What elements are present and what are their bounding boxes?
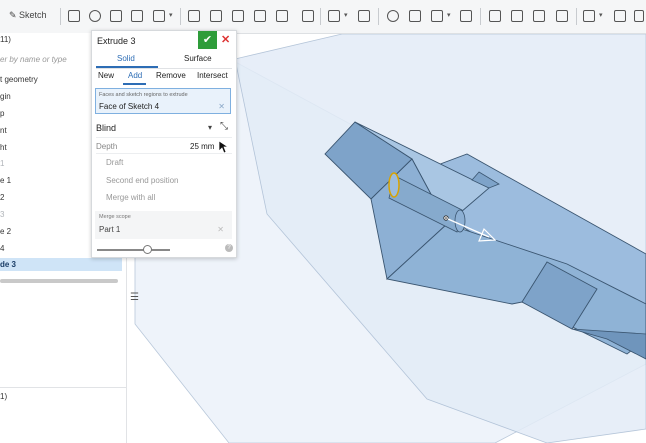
feature-filter-input[interactable]: er by name or type	[0, 55, 67, 64]
plane-icon[interactable]	[556, 10, 568, 22]
toolbar-divider	[320, 8, 321, 25]
feature-item-label: p	[0, 109, 5, 118]
operation-remove[interactable]: Remove	[156, 71, 186, 80]
toolbar-divider	[180, 8, 181, 25]
hole-icon[interactable]	[302, 10, 314, 22]
clear-selection-icon[interactable]: ✕	[218, 102, 225, 111]
active-operation-indicator	[123, 83, 146, 85]
frame-icon[interactable]	[583, 10, 595, 22]
tab-surface[interactable]: Surface	[184, 54, 212, 63]
sketch-button[interactable]: ✎ Sketch	[9, 10, 47, 21]
feature-item-label: 2	[0, 193, 5, 202]
merge-scope-field[interactable]: Merge scope Part 1 ✕	[95, 211, 232, 239]
chevron-down-icon[interactable]: ▾	[599, 11, 603, 19]
toolbar-divider	[576, 8, 577, 25]
faces-selection-field[interactable]: Faces and sketch regions to extrude Face…	[95, 88, 231, 114]
revolve-icon[interactable]	[89, 10, 101, 22]
feature-item-label: e 1	[0, 176, 12, 185]
depth-input[interactable]: 25 mm	[190, 142, 214, 151]
divider	[96, 137, 232, 138]
feature-item-label: 4	[0, 244, 5, 253]
split-icon[interactable]	[409, 10, 421, 22]
horizontal-scrollbar[interactable]	[0, 279, 118, 283]
tab-divider	[96, 68, 232, 69]
more-tools-icon[interactable]	[634, 10, 644, 22]
mirror-icon[interactable]	[358, 10, 370, 22]
divider	[96, 153, 232, 154]
boolean-icon[interactable]	[387, 10, 399, 22]
operation-add[interactable]: Add	[128, 71, 142, 80]
transform-icon[interactable]	[431, 10, 443, 22]
pattern-icon[interactable]	[328, 10, 340, 22]
merge-scope-value: Part 1	[99, 225, 121, 234]
toolbar-divider	[378, 8, 379, 25]
shell-icon[interactable]	[276, 10, 288, 22]
feature-item-selected[interactable]: de 3	[0, 258, 122, 271]
feature-item-label: t geometry	[0, 75, 38, 84]
feature-item-label: 1	[0, 159, 5, 168]
move-face-icon[interactable]	[489, 10, 501, 22]
replace-face-icon[interactable]	[511, 10, 523, 22]
delete-part-icon[interactable]	[460, 10, 472, 22]
close-icon: ✕	[221, 34, 231, 46]
preview-slider-track[interactable]	[97, 249, 170, 251]
sketch-label: Sketch	[19, 10, 47, 20]
extrude-dialog: Extrude 3 ✔ ✕ Solid Surface New Add Remo…	[91, 30, 237, 258]
preview-slider-handle[interactable]	[143, 245, 152, 254]
faces-field-value: Face of Sketch 4	[99, 102, 160, 111]
chevron-down-icon[interactable]: ▾	[208, 123, 212, 132]
feature-item-label: de 3	[0, 260, 17, 269]
feature-item-label: 3	[0, 210, 5, 219]
end-type-select[interactable]: Blind	[96, 123, 116, 133]
cancel-button[interactable]: ✕	[221, 33, 230, 46]
operation-new[interactable]: New	[98, 71, 114, 80]
checkmark-icon: ✔	[202, 34, 213, 46]
feature-item-label: nt	[0, 126, 7, 135]
depth-label: Depth	[96, 142, 118, 151]
toolbar-divider	[480, 8, 481, 25]
rib-icon[interactable]	[254, 10, 266, 22]
tab-solid[interactable]: Solid	[117, 54, 135, 63]
feature-item-label: gin	[0, 92, 11, 101]
merge-scope-label: Merge scope	[99, 214, 131, 220]
dialog-title: Extrude 3	[97, 36, 136, 46]
chevron-down-icon[interactable]: ▾	[344, 11, 348, 19]
second-end-checkbox[interactable]: Second end position	[98, 176, 179, 185]
second-end-label: Second end position	[106, 176, 179, 185]
sweep-icon[interactable]	[110, 10, 122, 22]
draft-icon[interactable]	[232, 10, 244, 22]
feature-item-label: ht	[0, 143, 7, 152]
extrude-icon[interactable]	[68, 10, 80, 22]
merge-all-label: Merge with all	[106, 193, 156, 202]
loft-icon[interactable]	[131, 10, 143, 22]
parts-list-header: 1)	[0, 392, 8, 401]
flip-direction-icon[interactable]: ⤡	[220, 121, 228, 132]
faces-field-label: Faces and sketch regions to extrude	[99, 92, 188, 98]
draft-checkbox[interactable]: Draft	[98, 158, 123, 167]
panel-divider	[0, 387, 126, 388]
help-icon[interactable]: ?	[225, 244, 233, 252]
offset-surface-icon[interactable]	[533, 10, 545, 22]
feature-item-label: e 2	[0, 227, 12, 236]
chevron-down-icon[interactable]: ▾	[447, 11, 451, 19]
draft-label: Draft	[106, 158, 124, 167]
chamfer-icon[interactable]	[210, 10, 222, 22]
confirm-button[interactable]: ✔	[198, 31, 217, 49]
toolbar-divider	[60, 8, 61, 25]
thicken-icon[interactable]	[153, 10, 165, 22]
chevron-down-icon[interactable]: ▾	[169, 11, 173, 19]
toolbar: ✎ Sketch ▾ ▾ ▾ ▾	[0, 0, 646, 34]
sheet-metal-icon[interactable]	[614, 10, 626, 22]
feature-list-header: 11)	[0, 35, 11, 44]
list-view-icon[interactable]: ☰	[130, 292, 144, 306]
clear-scope-icon[interactable]: ✕	[217, 225, 224, 234]
mouse-cursor-icon	[218, 140, 228, 154]
operation-intersect[interactable]: Intersect	[197, 71, 228, 80]
merge-all-checkbox[interactable]: Merge with all	[98, 193, 155, 202]
fillet-icon[interactable]	[188, 10, 200, 22]
